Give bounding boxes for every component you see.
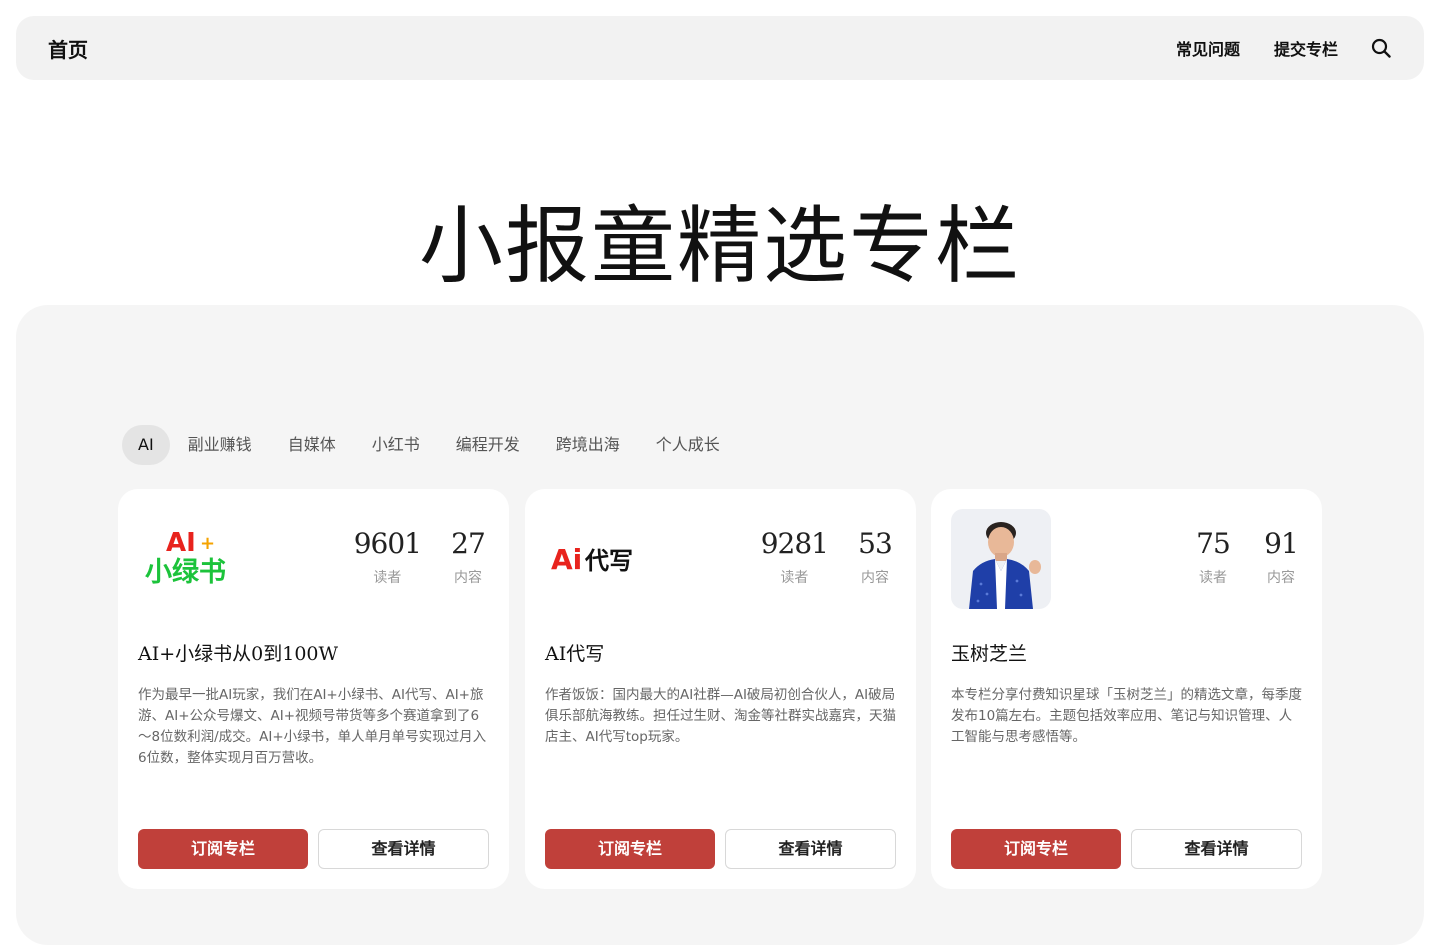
column-stats: 75 读者 91 内容 <box>1166 527 1302 587</box>
contents-count: 53 <box>858 527 893 560</box>
nav-submit-link[interactable]: 提交专栏 <box>1274 36 1338 60</box>
contents-stat: 27 内容 <box>447 527 489 587</box>
readers-count: 75 <box>1196 527 1231 560</box>
column-card[interactable]: 75 读者 91 内容 玉树芝兰 本专栏分享付费知识星球「玉树芝兰」的精选文章，… <box>931 489 1322 889</box>
readers-stat: 75 读者 <box>1192 527 1234 587</box>
column-description: 作为最早一批AI玩家，我们在AI+小绿书、AI代写、AI+旅游、AI+公众号爆文… <box>138 687 487 766</box>
column-card[interactable]: Ai 代写 9281 读者 53 内容 AI代写 作者饭饭：国内最大的AI社群—… <box>525 489 916 889</box>
contents-stat: 91 内容 <box>1260 527 1302 587</box>
readers-count: 9601 <box>353 527 422 560</box>
tab-side-income[interactable]: 副业赚钱 <box>170 425 270 465</box>
readers-stat: 9601 读者 <box>353 527 422 587</box>
column-logo: Ai 代写 <box>545 509 645 609</box>
view-details-button[interactable]: 查看详情 <box>725 829 896 869</box>
column-stats: 9601 读者 27 内容 <box>328 527 489 587</box>
logo-xiaolvshu-text: 小绿书 <box>145 557 226 588</box>
page-title: 小报童精选专栏 <box>418 197 1021 295</box>
readers-label: 读者 <box>780 570 809 586</box>
nav-right-group: 常见问题 提交专栏 <box>1142 36 1392 60</box>
tab-programming[interactable]: 编程开发 <box>438 425 538 465</box>
search-icon[interactable] <box>1370 37 1392 59</box>
column-title[interactable]: AI代写 <box>545 639 604 666</box>
logo-plus-text: + <box>200 533 215 554</box>
tab-ai[interactable]: AI <box>122 425 170 465</box>
logo-ai-text: Ai <box>551 543 582 576</box>
column-title[interactable]: AI+小绿书从0到100W <box>138 639 338 666</box>
tab-xiaohongshu[interactable]: 小红书 <box>354 425 438 465</box>
column-logo: AI + 小绿书 <box>138 509 238 609</box>
top-navbar: 首页 常见问题 提交专栏 <box>16 16 1424 80</box>
readers-count: 9281 <box>760 527 829 560</box>
contents-count: 27 <box>451 527 486 560</box>
author-avatar <box>951 509 1051 609</box>
view-details-button[interactable]: 查看详情 <box>318 829 489 869</box>
column-stats: 9281 读者 53 内容 <box>735 527 896 587</box>
category-tabs: AI 副业赚钱 自媒体 小红书 编程开发 跨境出海 个人成长 <box>122 425 738 465</box>
column-title[interactable]: 玉树芝兰 <box>951 639 1027 666</box>
readers-stat: 9281 读者 <box>760 527 829 587</box>
tab-personal-growth[interactable]: 个人成长 <box>638 425 738 465</box>
column-description: 本专栏分享付费知识星球「玉树芝兰」的精选文章，每季度发布10篇左右。主题包括效率… <box>951 687 1302 745</box>
subscribe-button[interactable]: 订阅专栏 <box>951 829 1121 869</box>
logo-ai-text: AI <box>166 528 196 558</box>
readers-label: 读者 <box>1199 570 1227 586</box>
logo-daixie-text: 代写 <box>584 547 633 575</box>
nav-home-link[interactable]: 首页 <box>48 34 88 63</box>
subscribe-button[interactable]: 订阅专栏 <box>138 829 308 869</box>
contents-label: 内容 <box>1267 570 1295 586</box>
contents-stat: 53 内容 <box>854 527 896 587</box>
readers-label: 读者 <box>373 570 402 586</box>
view-details-button[interactable]: 查看详情 <box>1131 829 1302 869</box>
contents-label: 内容 <box>454 570 482 586</box>
column-card[interactable]: AI + 小绿书 9601 读者 27 内容 AI+小绿书从0到100W 作为最… <box>118 489 509 889</box>
tab-cross-border[interactable]: 跨境出海 <box>538 425 638 465</box>
column-description: 作者饭饭：国内最大的AI社群—AI破局初创合伙人，AI破局俱乐部航海教练。担任过… <box>545 687 896 745</box>
tab-self-media[interactable]: 自媒体 <box>270 425 354 465</box>
subscribe-button[interactable]: 订阅专栏 <box>545 829 715 869</box>
contents-count: 91 <box>1264 527 1299 560</box>
contents-label: 内容 <box>861 570 889 586</box>
nav-faq-link[interactable]: 常见问题 <box>1176 36 1240 60</box>
